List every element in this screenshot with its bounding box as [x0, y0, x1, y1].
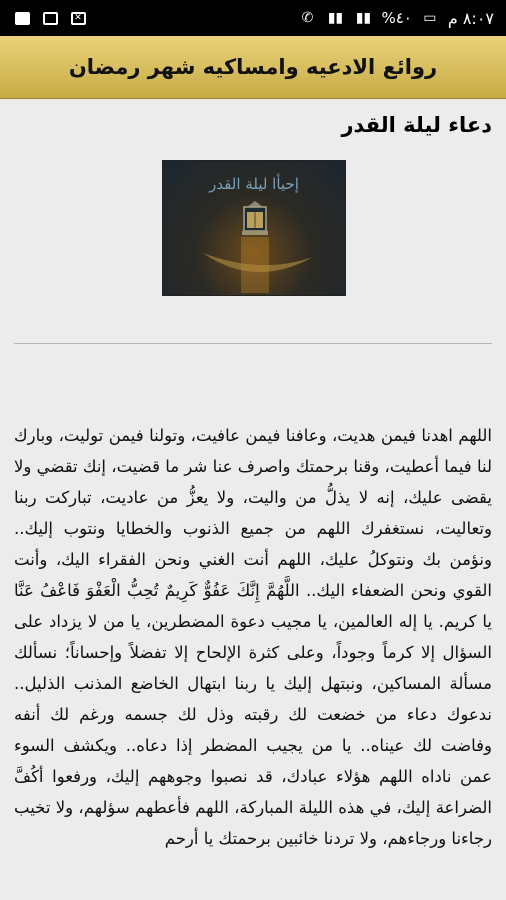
prayer-text: اللهم اهدنا فيمن هديت، وعافنا فيمن عافيت…	[14, 426, 492, 848]
battery-icon: ▭	[423, 10, 437, 26]
status-left-icons: ✕	[12, 10, 88, 26]
mail-icon	[40, 10, 60, 26]
close-box-icon: ✕	[68, 10, 88, 26]
status-bar: ✕ ✆ ▮▮ ▮▮ %٤٠ ▭ ٨:٠٧ م	[0, 0, 506, 36]
call-icon: ✆	[301, 10, 314, 26]
app-title: روائع الادعيه وامساكيه شهر رمضان	[68, 55, 438, 79]
status-right-icons: ✆ ▮▮ ▮▮ %٤٠ ▭ ٨:٠٧ م	[297, 9, 494, 28]
app-title-bar: روائع الادعيه وامساكيه شهر رمضان	[0, 36, 506, 99]
lantern-icon	[203, 201, 313, 293]
lantern-image: إحيأا ليلة القدر	[162, 160, 346, 296]
clock: ٨:٠٧ م	[447, 8, 494, 28]
divider	[14, 343, 492, 344]
article-heading: دعاء ليلة القدر	[341, 113, 492, 137]
signal-icon-2: ▮▮	[355, 10, 372, 26]
signal-icon: ▮▮	[327, 10, 344, 26]
photo-icon	[12, 10, 32, 26]
battery-percent: %٤٠	[381, 9, 412, 27]
